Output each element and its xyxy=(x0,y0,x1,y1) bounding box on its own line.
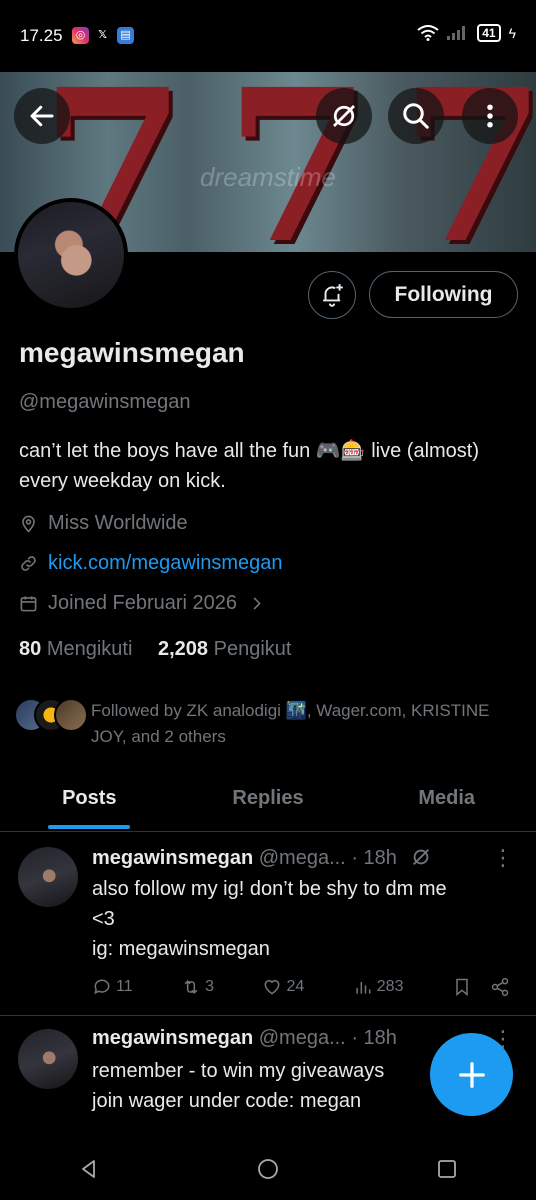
post-author-handle: @mega... xyxy=(258,847,346,869)
nav-home-icon[interactable] xyxy=(256,1157,280,1181)
profile-link[interactable]: kick.com/megawinsmegan xyxy=(19,552,283,575)
back-button[interactable] xyxy=(14,88,70,144)
follow-counts: 80 Mengikuti 2,208 Pengikut xyxy=(19,638,291,661)
followers-label: Pengikut xyxy=(213,638,292,660)
profile-joined[interactable]: Joined Februari 2026 xyxy=(19,592,266,615)
heart-icon xyxy=(265,980,280,995)
post-header: megawinsmegan @mega... · 18h xyxy=(92,846,432,870)
x-icon: 𝕏 xyxy=(98,29,107,41)
chevron-right-icon xyxy=(253,597,261,610)
followers-count: 2,208 xyxy=(157,638,209,660)
post-text: also follow my ig! don’t be shy to dm me… xyxy=(92,874,512,964)
calendar-icon xyxy=(20,596,37,612)
profile-location: Miss Worldwide xyxy=(19,512,188,535)
post-line: also follow my ig! don’t be shy to dm me xyxy=(92,878,447,900)
plus-icon xyxy=(458,1061,485,1088)
more-vertical-icon xyxy=(487,104,493,128)
signal-icon xyxy=(447,26,466,40)
avatar-image xyxy=(18,202,124,308)
repost-icon xyxy=(184,980,198,994)
charging-icon: ϟ xyxy=(508,25,516,41)
tab-posts[interactable]: Posts xyxy=(0,770,179,831)
profile-bio: can’t let the boys have all the fun 🎮🎰 l… xyxy=(19,440,480,492)
post-actions: 11 3 24 283 xyxy=(92,977,510,997)
post-time: · 18h xyxy=(351,847,397,869)
tab-media[interactable]: Media xyxy=(357,770,536,831)
grok-icon xyxy=(333,105,355,127)
reply-button[interactable]: 11 xyxy=(92,977,133,997)
grok-button[interactable] xyxy=(316,88,372,144)
following-count: 80 xyxy=(19,638,42,660)
bell-plus-icon xyxy=(322,284,343,307)
following-label: Mengikuti xyxy=(46,638,133,660)
followed-by-avatars[interactable] xyxy=(14,698,88,732)
status-bar: 17.25 ◎ 𝕏 ▤ 41 ϟ xyxy=(0,0,536,72)
post-line: <3 xyxy=(92,908,115,930)
banner-watermark: dreamstime xyxy=(200,162,336,192)
post-time: · 18h xyxy=(351,1027,397,1049)
link-text[interactable]: kick.com/megawinsmegan xyxy=(48,552,283,575)
nav-back-icon[interactable] xyxy=(77,1157,101,1181)
compose-button[interactable] xyxy=(430,1033,513,1116)
like-count: 24 xyxy=(286,978,305,995)
location-text: Miss Worldwide xyxy=(48,512,188,534)
status-time: 17.25 xyxy=(20,26,63,45)
notify-button[interactable] xyxy=(308,271,356,319)
link-icon xyxy=(21,556,36,571)
repost-count: 3 xyxy=(205,978,214,995)
nav-recents-icon[interactable] xyxy=(435,1157,459,1181)
profile-avatar[interactable] xyxy=(14,198,128,312)
repost-button[interactable]: 3 xyxy=(181,977,214,997)
back-arrow-icon xyxy=(30,105,54,127)
followers-link[interactable]: 2,208 Pengikut xyxy=(158,638,291,660)
search-button[interactable] xyxy=(388,88,444,144)
post-line: ig: megawinsmegan xyxy=(92,938,270,960)
reply-icon xyxy=(94,979,110,995)
joined-text: Joined Februari 2026 xyxy=(48,592,238,614)
location-pin-icon xyxy=(22,515,35,533)
system-nav-bar xyxy=(0,1138,536,1200)
post-author-name: megawinsmegan xyxy=(92,847,254,869)
share-icon[interactable] xyxy=(490,977,510,997)
bookmark-icon xyxy=(456,978,468,997)
tab-replies[interactable]: Replies xyxy=(179,770,358,831)
views-chart-icon xyxy=(356,982,371,994)
battery-level: 41 xyxy=(477,24,501,42)
instagram-icon: ◎ xyxy=(72,27,89,44)
profile-name: megawinsmegan xyxy=(19,337,245,368)
following-link[interactable]: 80 Mengikuti xyxy=(19,638,132,660)
status-right: 41 ϟ xyxy=(417,24,516,42)
post-header: megawinsmegan @mega... · 18h xyxy=(92,1027,397,1050)
post[interactable]: megawinsmegan @mega... · 18h ⋮ also foll… xyxy=(0,833,536,1015)
post-author-handle: @mega... xyxy=(258,1027,346,1049)
post-avatar[interactable] xyxy=(18,847,78,907)
post-author-name: megawinsmegan xyxy=(92,1027,254,1049)
grok-icon[interactable] xyxy=(410,846,432,868)
view-count: 283 xyxy=(376,978,404,995)
bookmark-button[interactable] xyxy=(452,977,510,997)
post-more-icon[interactable]: ⋮ xyxy=(492,845,514,871)
profile-handle: @megawinsmegan xyxy=(19,391,191,413)
messages-icon: ▤ xyxy=(117,27,134,44)
follower-avatar xyxy=(54,698,88,732)
like-button[interactable]: 24 xyxy=(262,977,304,997)
profile-tabs: Posts Replies Media xyxy=(0,770,536,832)
views-button[interactable]: 283 xyxy=(353,977,404,997)
followed-by-text[interactable]: Followed by ZK analodigi 🌃, Wager.com, K… xyxy=(91,698,491,750)
more-button[interactable] xyxy=(462,88,518,144)
reply-count: 11 xyxy=(116,978,133,995)
wifi-icon xyxy=(417,25,439,41)
following-button[interactable]: Following xyxy=(369,271,518,318)
search-icon xyxy=(403,103,429,129)
post-avatar[interactable] xyxy=(18,1029,78,1089)
